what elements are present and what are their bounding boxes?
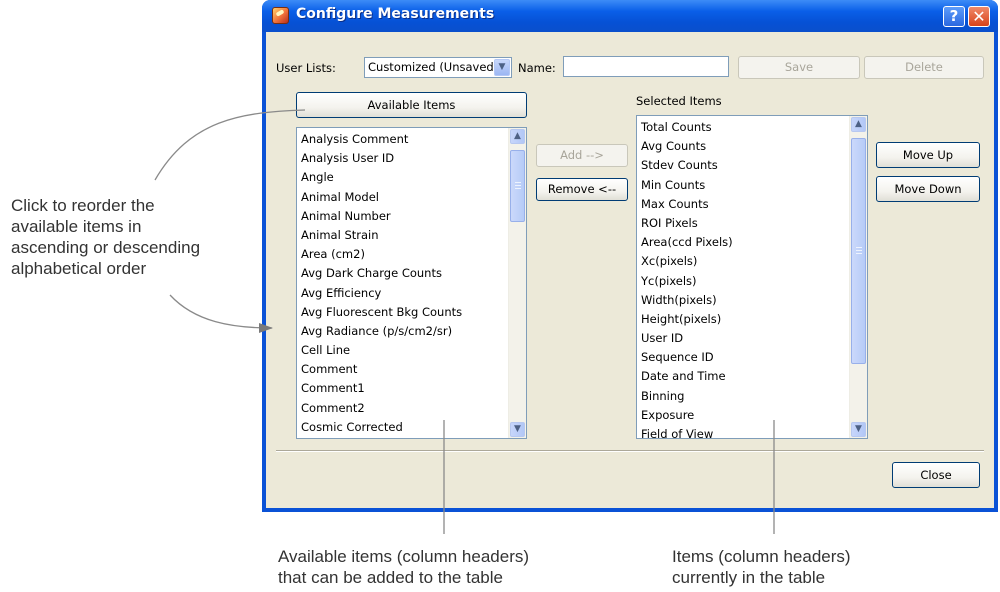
sort-button-leader-line [154,109,306,181]
callout-lines [154,109,775,534]
reorder-arrow [169,294,273,333]
